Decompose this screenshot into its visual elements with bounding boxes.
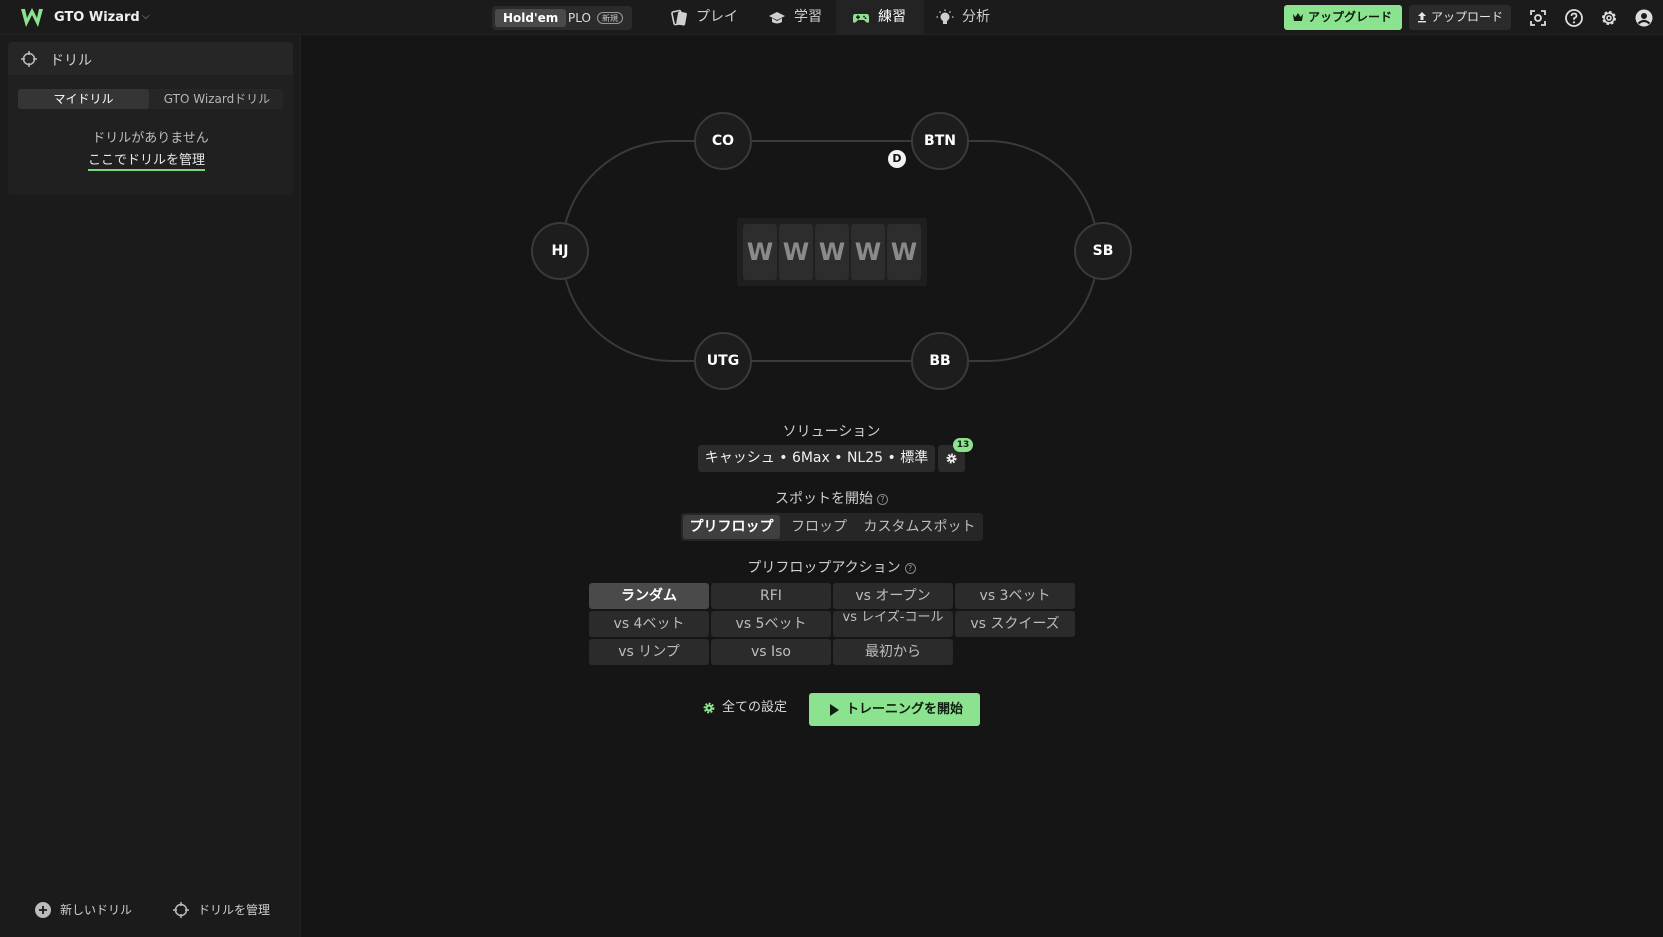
seat-utg[interactable]: UTG bbox=[694, 332, 752, 390]
play-icon bbox=[830, 704, 839, 716]
board-card: W bbox=[743, 224, 777, 280]
upload-label: アップロード bbox=[1431, 10, 1504, 24]
manage-drills-link[interactable]: ここでドリルを管理 bbox=[88, 149, 206, 171]
board-card: W bbox=[887, 224, 921, 280]
dealer-button: D bbox=[888, 150, 906, 168]
board-card: W bbox=[779, 224, 813, 280]
action-rfi[interactable]: RFI bbox=[711, 583, 831, 609]
gear-icon bbox=[703, 702, 715, 714]
holdem-toggle[interactable]: Hold'em bbox=[495, 9, 567, 27]
nav-study[interactable]: 学習 bbox=[768, 0, 822, 35]
preflop-action-label-text: プリフロップアクション bbox=[747, 560, 901, 576]
seat-btn[interactable]: BTN bbox=[911, 112, 969, 170]
plo-toggle[interactable]: PLO bbox=[568, 9, 591, 27]
seat-bb[interactable]: BB bbox=[911, 332, 969, 390]
nav-practice[interactable]: 練習 bbox=[852, 0, 906, 35]
upload-button[interactable]: アップロード bbox=[1409, 5, 1511, 30]
seat-hj[interactable]: HJ bbox=[531, 222, 589, 280]
nav-analyze-label: 分析 bbox=[962, 9, 990, 25]
board-cards: W W W W W bbox=[737, 218, 927, 286]
gamepad-icon bbox=[853, 14, 869, 23]
chevron-down-icon[interactable]: ⌵ bbox=[142, 11, 150, 22]
brand-name[interactable]: GTO Wizard bbox=[54, 10, 140, 25]
user-account-icon[interactable] bbox=[1634, 8, 1654, 28]
solution-count-badge: 13 bbox=[953, 438, 973, 452]
spot-selector: プリフロップ フロップ カスタムスポット bbox=[681, 513, 983, 541]
action-vs-3bet[interactable]: vs 3ベット bbox=[955, 583, 1075, 609]
new-badge: 新規 bbox=[597, 12, 623, 24]
solution-label: ソリューション bbox=[782, 424, 881, 440]
drill-panel-header: ドリル bbox=[8, 42, 293, 75]
new-drill-label: 新しいドリル bbox=[60, 903, 133, 917]
action-vs-squeeze[interactable]: vs スクイーズ bbox=[955, 611, 1075, 637]
help-icon[interactable]: ? bbox=[877, 493, 888, 505]
tab-my-drills[interactable]: マイドリル bbox=[18, 89, 149, 109]
board-card: W bbox=[815, 224, 849, 280]
lightbulb-icon bbox=[936, 9, 954, 24]
action-vs-raise-call[interactable]: vs レイズ-コール bbox=[833, 611, 953, 637]
gto-wizard-logo-icon[interactable] bbox=[20, 7, 44, 29]
crosshair-icon bbox=[21, 51, 37, 67]
all-settings-label: 全ての設定 bbox=[722, 700, 788, 715]
nav-play-label: プレイ bbox=[696, 9, 738, 25]
drill-sidebar: ドリル マイドリル GTO Wizardドリル ドリルがありません ここでドリル… bbox=[0, 35, 301, 937]
new-drill-button[interactable]: 新しいドリル bbox=[34, 901, 132, 919]
empty-drills-message: ドリルがありません bbox=[92, 131, 209, 146]
start-training-button[interactable]: トレーニングを開始 bbox=[809, 693, 980, 726]
preflop-action-label: プリフロップアクション? bbox=[0, 557, 1663, 577]
game-type-toggle: Hold'em PLO 新規 bbox=[492, 6, 632, 30]
nav-analyze[interactable]: 分析 bbox=[936, 0, 990, 35]
action-vs-4bet[interactable]: vs 4ベット bbox=[589, 611, 709, 637]
crown-icon bbox=[1293, 13, 1303, 21]
action-vs-open[interactable]: vs オープン bbox=[833, 583, 953, 609]
spot-label-text: スポットを開始 bbox=[775, 491, 873, 507]
graduation-cap-icon bbox=[769, 12, 785, 24]
drill-panel-title: ドリル bbox=[50, 53, 92, 69]
solution-selector[interactable]: キャッシュ • 6Max • NL25 • 標準 bbox=[698, 445, 935, 472]
action-vs-5bet[interactable]: vs 5ベット bbox=[711, 611, 831, 637]
seat-co[interactable]: CO bbox=[694, 112, 752, 170]
action-vs-iso[interactable]: vs Iso bbox=[711, 639, 831, 665]
spot-label: スポットを開始? bbox=[0, 488, 1663, 508]
cards-icon bbox=[671, 9, 687, 26]
upgrade-button[interactable]: アップグレード bbox=[1284, 5, 1402, 30]
nav-study-label: 学習 bbox=[794, 9, 822, 25]
action-random[interactable]: ランダム bbox=[589, 583, 709, 609]
drill-panel: ドリル マイドリル GTO Wizardドリル ドリルがありません ここでドリル… bbox=[8, 42, 293, 195]
plus-circle-icon bbox=[35, 902, 51, 918]
screenshot-icon[interactable] bbox=[1528, 8, 1548, 28]
action-from-start[interactable]: 最初から bbox=[833, 639, 953, 665]
spot-option-custom[interactable]: カスタムスポット bbox=[858, 515, 981, 539]
manage-drills-button[interactable]: ドリルを管理 bbox=[172, 901, 270, 919]
crosshair-icon bbox=[173, 902, 189, 918]
upgrade-label: アップグレード bbox=[1308, 10, 1393, 24]
nav-practice-label: 練習 bbox=[878, 9, 906, 25]
seat-sb[interactable]: SB bbox=[1074, 222, 1132, 280]
drill-tabs: マイドリル GTO Wizardドリル bbox=[18, 89, 283, 109]
gear-icon bbox=[946, 453, 957, 464]
nav-play[interactable]: プレイ bbox=[670, 0, 738, 35]
gear-icon[interactable] bbox=[1599, 8, 1619, 28]
board-card: W bbox=[851, 224, 885, 280]
help-icon[interactable]: ? bbox=[904, 562, 916, 574]
tab-gto-wizard-drills[interactable]: GTO Wizardドリル bbox=[151, 89, 283, 109]
help-icon[interactable] bbox=[1564, 8, 1584, 28]
top-bar: GTO Wizard ⌵ Hold'em PLO 新規 プレイ 学習 練習 分析… bbox=[0, 0, 1663, 35]
action-vs-limp[interactable]: vs リンプ bbox=[589, 639, 709, 665]
all-settings-button[interactable]: 全ての設定 bbox=[702, 699, 787, 717]
spot-option-flop[interactable]: フロップ bbox=[782, 515, 856, 539]
spot-option-preflop[interactable]: プリフロップ bbox=[683, 515, 780, 539]
upload-icon bbox=[1418, 12, 1426, 23]
start-training-label: トレーニングを開始 bbox=[846, 702, 964, 717]
manage-drills-label: ドリルを管理 bbox=[198, 903, 271, 917]
